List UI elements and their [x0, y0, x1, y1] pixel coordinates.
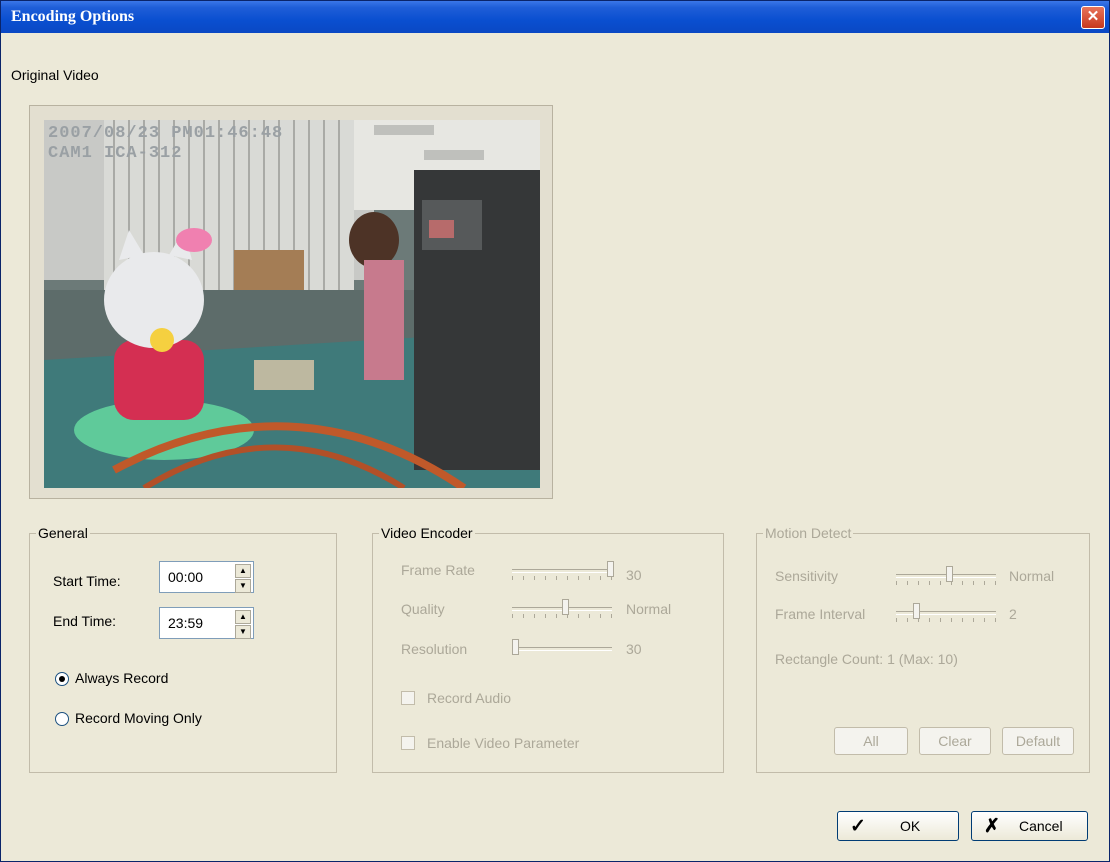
x-icon: ✗ [984, 816, 1000, 837]
ok-label: OK [900, 818, 921, 834]
general-legend: General [38, 525, 88, 541]
start-time-value: 00:00 [168, 569, 204, 585]
end-time-spinner[interactable]: ▲ ▼ [235, 610, 251, 639]
always-record-radio[interactable] [55, 672, 69, 686]
resolution-slider[interactable] [512, 639, 612, 661]
motion-detect-legend: Motion Detect [765, 525, 852, 541]
end-time-input[interactable]: 23:59 ▲ ▼ [159, 607, 254, 639]
spin-up-icon[interactable]: ▲ [235, 610, 251, 624]
ok-button[interactable]: ✓ OK [837, 811, 959, 841]
spin-down-icon[interactable]: ▼ [235, 625, 251, 639]
all-button[interactable]: All [834, 727, 908, 755]
record-audio-label: Record Audio [427, 690, 512, 706]
sensitivity-label: Sensitivity [775, 568, 839, 584]
start-time-label: Start Time: [53, 573, 121, 589]
start-time-input[interactable]: 00:00 ▲ ▼ [159, 561, 254, 593]
close-button[interactable]: ✕ [1081, 6, 1105, 29]
frame-interval-label: Frame Interval [775, 606, 866, 622]
rectangle-count-label: Rectangle Count: 1 (Max: 10) [775, 651, 958, 667]
titlebar[interactable]: Encoding Options ✕ [1, 1, 1109, 33]
resolution-value: 30 [626, 641, 642, 657]
sensitivity-slider[interactable] [896, 566, 996, 588]
quality-label: Quality [401, 601, 445, 617]
frame-rate-label: Frame Rate [401, 562, 475, 578]
record-moving-only-label[interactable]: Record Moving Only [75, 710, 202, 726]
start-time-spinner[interactable]: ▲ ▼ [235, 564, 251, 593]
always-record-label[interactable]: Always Record [75, 670, 168, 686]
cancel-label: Cancel [1019, 818, 1063, 834]
end-time-value: 23:59 [168, 615, 204, 631]
quality-value: Normal [626, 601, 672, 617]
checkmark-icon: ✓ [850, 816, 866, 837]
enable-video-parameter-checkbox[interactable] [401, 736, 415, 750]
video-image [44, 120, 540, 488]
encoding-options-dialog: Encoding Options ✕ Original Video 2007/0… [0, 0, 1110, 862]
video-preview: 2007/08/23 PM01:46:48 CAM1 ICA-312 [44, 120, 540, 488]
end-time-label: End Time: [53, 613, 117, 629]
close-icon: ✕ [1086, 8, 1100, 25]
frame-rate-slider[interactable] [512, 561, 614, 583]
resolution-label: Resolution [401, 641, 468, 657]
spin-up-icon[interactable]: ▲ [235, 564, 251, 578]
default-button[interactable]: Default [1002, 727, 1074, 755]
video-osd: 2007/08/23 PM01:46:48 CAM1 ICA-312 [48, 124, 283, 164]
sensitivity-value: Normal [1009, 568, 1055, 584]
osd-camera: CAM1 ICA-312 [48, 144, 183, 163]
frame-interval-value: 2 [1009, 606, 1017, 622]
clear-button[interactable]: Clear [919, 727, 991, 755]
video-encoder-legend: Video Encoder [381, 525, 473, 541]
cancel-button[interactable]: ✗ Cancel [971, 811, 1088, 841]
frame-rate-value: 30 [626, 567, 642, 583]
frame-interval-slider[interactable] [896, 603, 996, 625]
spin-down-icon[interactable]: ▼ [235, 579, 251, 593]
original-video-label: Original Video [11, 67, 99, 83]
window-title: Encoding Options [11, 8, 135, 25]
enable-video-parameter-label: Enable Video Parameter [427, 735, 580, 751]
record-audio-checkbox[interactable] [401, 691, 415, 705]
video-frame: 2007/08/23 PM01:46:48 CAM1 ICA-312 [29, 105, 553, 499]
osd-timestamp: 2007/08/23 PM01:46:48 [48, 124, 284, 143]
record-moving-only-radio[interactable] [55, 712, 69, 726]
quality-slider[interactable] [512, 599, 612, 621]
